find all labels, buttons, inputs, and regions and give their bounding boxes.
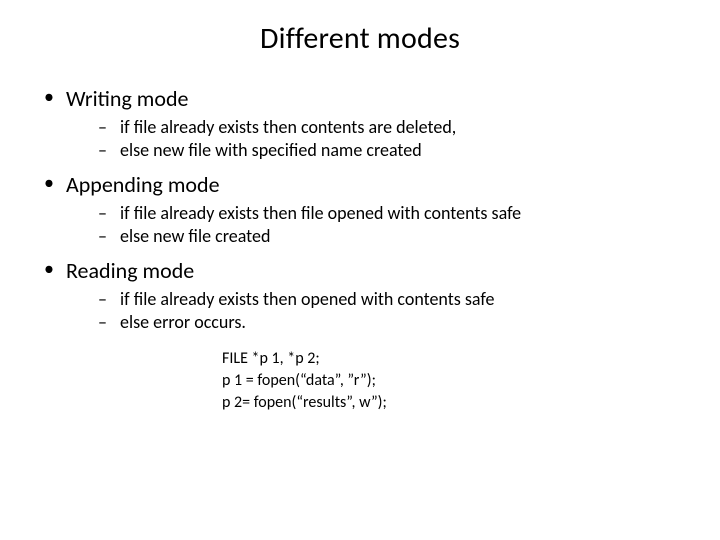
sub-point: if file already exists then opened with … xyxy=(98,288,688,311)
code-line: FILE *p 1, *p 2; xyxy=(222,348,688,370)
sub-point: if file already exists then file opened … xyxy=(98,202,688,225)
sub-point: if file already exists then contents are… xyxy=(98,116,688,139)
section-heading: Writing mode xyxy=(66,85,188,112)
sub-point: else new file with specified name create… xyxy=(98,139,688,162)
sub-list: if file already exists then opened with … xyxy=(66,288,688,335)
section-appending: Appending mode if file already exists th… xyxy=(40,171,688,249)
bullet-list: Writing mode if file already exists then… xyxy=(32,85,688,334)
section-reading: Reading mode if file already exists then… xyxy=(40,257,688,335)
code-line: p 2= fopen(“results”, w”); xyxy=(222,392,688,414)
code-line: p 1 = fopen(“data”, ”r”); xyxy=(222,370,688,392)
sub-list: if file already exists then file opened … xyxy=(66,202,688,249)
sub-point: else new file created xyxy=(98,225,688,248)
code-block: FILE *p 1, *p 2; p 1 = fopen(“data”, ”r”… xyxy=(222,348,688,413)
section-heading: Reading mode xyxy=(66,257,194,284)
slide-title: Different modes xyxy=(32,20,688,57)
section-heading: Appending mode xyxy=(66,171,220,198)
sub-point: else error occurs. xyxy=(98,311,688,334)
sub-list: if file already exists then contents are… xyxy=(66,116,688,163)
section-writing: Writing mode if file already exists then… xyxy=(40,85,688,163)
slide: Different modes Writing mode if file alr… xyxy=(0,0,720,540)
